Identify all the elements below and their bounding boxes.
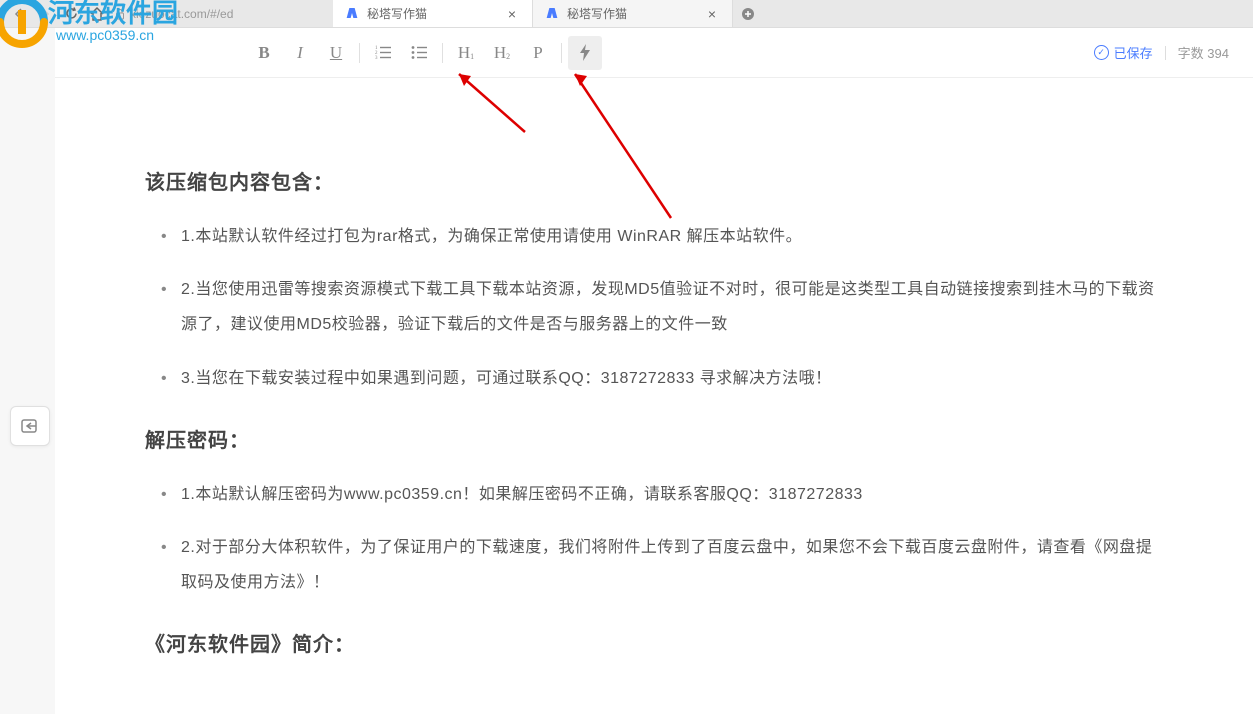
close-icon[interactable]: ×	[704, 6, 720, 22]
tab-2[interactable]: 秘塔写作猫 ×	[533, 0, 733, 27]
browser-chrome: xiezuocat.com/#/ed 秘塔写作猫 × 秘塔写作猫 ×	[0, 0, 1253, 28]
list-item: 1.本站默认软件经过打包为rar格式，为确保正常使用请使用 WinRAR 解压本…	[181, 219, 1163, 254]
url-text: xiezuocat.com/#/ed	[130, 7, 233, 21]
back-icon[interactable]	[10, 5, 28, 23]
italic-button[interactable]: I	[283, 36, 317, 70]
editor-container: B I U 123 H1 H2 P	[0, 28, 1253, 714]
underline-button[interactable]: U	[319, 36, 353, 70]
list-2: 1.本站默认解压密码为www.pc0359.cn！如果解压密码不正确，请联系客服…	[145, 477, 1163, 601]
word-count: 字数 394	[1178, 43, 1229, 62]
h1-button[interactable]: H1	[449, 36, 483, 70]
saved-indicator: ✓ 已保存	[1094, 43, 1153, 62]
list-item: 1.本站默认解压密码为www.pc0359.cn！如果解压密码不正确，请联系客服…	[181, 477, 1163, 512]
divider	[1165, 46, 1166, 60]
list-item: 2.对于部分大体积软件，为了保证用户的下载速度，我们将附件上传到了百度云盘中，如…	[181, 530, 1163, 600]
unordered-list-button[interactable]	[402, 36, 436, 70]
list-1: 1.本站默认软件经过打包为rar格式，为确保正常使用请使用 WinRAR 解压本…	[145, 219, 1163, 396]
list-item: 3.当您在下载安装过程中如果遇到问题，可通过联系QQ：3187272833 寻求…	[181, 361, 1163, 396]
tab-favicon	[545, 7, 559, 21]
format-buttons: B I U 123 H1 H2 P	[247, 36, 602, 70]
heading-1: 该压缩包内容包含：	[145, 166, 1163, 195]
collapse-button[interactable]	[10, 406, 50, 446]
left-gutter	[0, 28, 55, 714]
reload-icon[interactable]	[62, 5, 80, 23]
ordered-list-button[interactable]: 123	[366, 36, 400, 70]
lock-icon	[114, 8, 126, 20]
close-icon[interactable]: ×	[504, 6, 520, 22]
tab-title: 秘塔写作猫	[567, 5, 696, 22]
list-item: 2.当您使用迅雷等搜索资源模式下载工具下载本站资源，发现MD5值验证不对时，很可…	[181, 272, 1163, 342]
svg-text:3: 3	[375, 56, 378, 60]
browser-nav: xiezuocat.com/#/ed	[0, 0, 333, 27]
h2-button[interactable]: H2	[485, 36, 519, 70]
check-icon: ✓	[1094, 45, 1109, 60]
forward-icon[interactable]	[36, 5, 54, 23]
heading-2: 解压密码：	[145, 424, 1163, 453]
tab-1[interactable]: 秘塔写作猫 ×	[333, 0, 533, 27]
lightning-button[interactable]	[568, 36, 602, 70]
separator	[359, 43, 360, 63]
separator	[561, 43, 562, 63]
separator	[442, 43, 443, 63]
format-toolbar: B I U 123 H1 H2 P	[55, 28, 1253, 78]
add-tab-button[interactable]	[733, 0, 763, 27]
tab-favicon	[345, 7, 359, 21]
heading-3: 《河东软件园》简介：	[145, 628, 1163, 657]
paragraph-button[interactable]: P	[521, 36, 555, 70]
tab-title: 秘塔写作猫	[367, 5, 496, 22]
toolbar-status: ✓ 已保存 字数 394	[1094, 43, 1229, 62]
home-icon[interactable]	[88, 5, 106, 23]
tabs-bar: 秘塔写作猫 × 秘塔写作猫 ×	[333, 0, 1253, 27]
address-bar[interactable]: xiezuocat.com/#/ed	[114, 7, 233, 21]
saved-label: 已保存	[1114, 43, 1153, 62]
document-content[interactable]: 该压缩包内容包含： 1.本站默认软件经过打包为rar格式，为确保正常使用请使用 …	[55, 78, 1253, 721]
bold-button[interactable]: B	[247, 36, 281, 70]
editor-panel: B I U 123 H1 H2 P	[55, 28, 1253, 714]
